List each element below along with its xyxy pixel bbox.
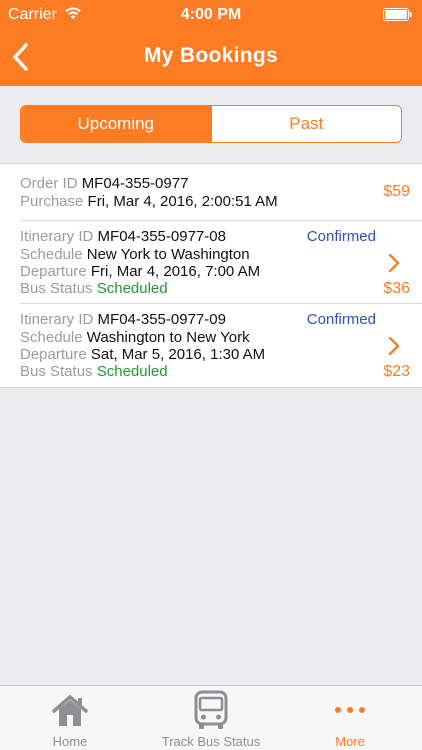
- departure-value: Fri, Mar 4, 2016, 7:00 AM: [90, 263, 261, 280]
- tab-home[interactable]: Home: [25, 686, 115, 750]
- schedule-label: Schedule: [20, 329, 83, 346]
- chevron-right-icon: [388, 253, 400, 273]
- order-summary-row: Order ID MF04-355-0977 Purchase Fri, Mar…: [20, 164, 422, 221]
- bookings-segmented-control: Upcoming Past: [20, 105, 402, 143]
- itinerary-id-label: Itinerary ID: [20, 228, 94, 245]
- itinerary-id-value: MF04-355-0977-08: [97, 228, 226, 245]
- schedule-value: New York to Washington: [86, 246, 250, 263]
- bus-status-line: Bus Status Scheduled: [20, 280, 168, 297]
- schedule-value: Washington to New York: [86, 329, 250, 346]
- bus-icon: [194, 690, 228, 729]
- tab-track-label: Track Bus Status: [161, 734, 261, 749]
- tab-more-label: More: [335, 734, 365, 749]
- bus-status-label: Bus Status: [20, 363, 93, 380]
- order-total-price: $59: [383, 183, 410, 200]
- bus-status-line: Bus Status Scheduled: [20, 363, 168, 380]
- tab-bar: Home Track Bus Status More: [0, 685, 422, 750]
- itinerary-id-label: Itinerary ID: [20, 311, 94, 328]
- schedule-line: Schedule New York to Washington: [20, 246, 250, 263]
- departure-label: Departure: [20, 263, 87, 280]
- purchase-value: Fri, Mar 4, 2016, 2:00:51 AM: [87, 193, 278, 210]
- booking-status: Confirmed: [306, 228, 376, 245]
- departure-line: Departure Fri, Mar 4, 2016, 7:00 AM: [20, 263, 260, 280]
- purchase-line: Purchase Fri, Mar 4, 2016, 2:00:51 AM: [20, 193, 278, 210]
- bus-status-value: Scheduled: [96, 363, 168, 380]
- departure-value: Sat, Mar 5, 2016, 1:30 AM: [90, 346, 266, 363]
- bus-status-value: Scheduled: [96, 280, 168, 297]
- tab-track-bus-status[interactable]: Track Bus Status: [150, 686, 272, 750]
- more-dots-icon: [335, 707, 365, 713]
- battery-icon: [383, 8, 412, 21]
- itinerary-id-line: Itinerary ID MF04-355-0977-08: [20, 228, 226, 245]
- status-bar: Carrier 4:00 PM: [0, 0, 422, 30]
- tab-more[interactable]: More: [310, 686, 390, 750]
- order-id-label: Order ID: [20, 175, 78, 192]
- booking-list: Order ID MF04-355-0977 Purchase Fri, Mar…: [0, 163, 422, 388]
- order-id-value: MF04-355-0977: [81, 175, 189, 192]
- purchase-label: Purchase: [20, 193, 84, 210]
- itinerary-price: $23: [383, 363, 410, 380]
- segment-past[interactable]: Past: [210, 106, 401, 142]
- app-header: Carrier 4:00 PM My Bookings: [0, 0, 422, 86]
- navigation-bar: My Bookings: [0, 30, 422, 86]
- tab-home-label: Home: [52, 734, 88, 749]
- bus-status-label: Bus Status: [20, 280, 93, 297]
- itinerary-row[interactable]: Itinerary ID MF04-355-0977-08 Confirmed …: [20, 221, 422, 304]
- itinerary-price: $36: [383, 280, 410, 297]
- page-title: My Bookings: [144, 44, 278, 67]
- schedule-label: Schedule: [20, 246, 83, 263]
- clock: 4:00 PM: [180, 6, 242, 23]
- departure-line: Departure Sat, Mar 5, 2016, 1:30 AM: [20, 346, 265, 363]
- home-icon: [52, 695, 88, 726]
- itinerary-id-value: MF04-355-0977-09: [97, 311, 226, 328]
- chevron-right-icon: [388, 336, 400, 356]
- segment-upcoming[interactable]: Upcoming: [21, 106, 211, 142]
- itinerary-id-line: Itinerary ID MF04-355-0977-09: [20, 311, 226, 328]
- departure-label: Departure: [20, 346, 87, 363]
- itinerary-row[interactable]: Itinerary ID MF04-355-0977-09 Confirmed …: [20, 304, 422, 387]
- schedule-line: Schedule Washington to New York: [20, 329, 250, 346]
- order-id-line: Order ID MF04-355-0977: [20, 175, 188, 192]
- booking-status: Confirmed: [306, 311, 376, 328]
